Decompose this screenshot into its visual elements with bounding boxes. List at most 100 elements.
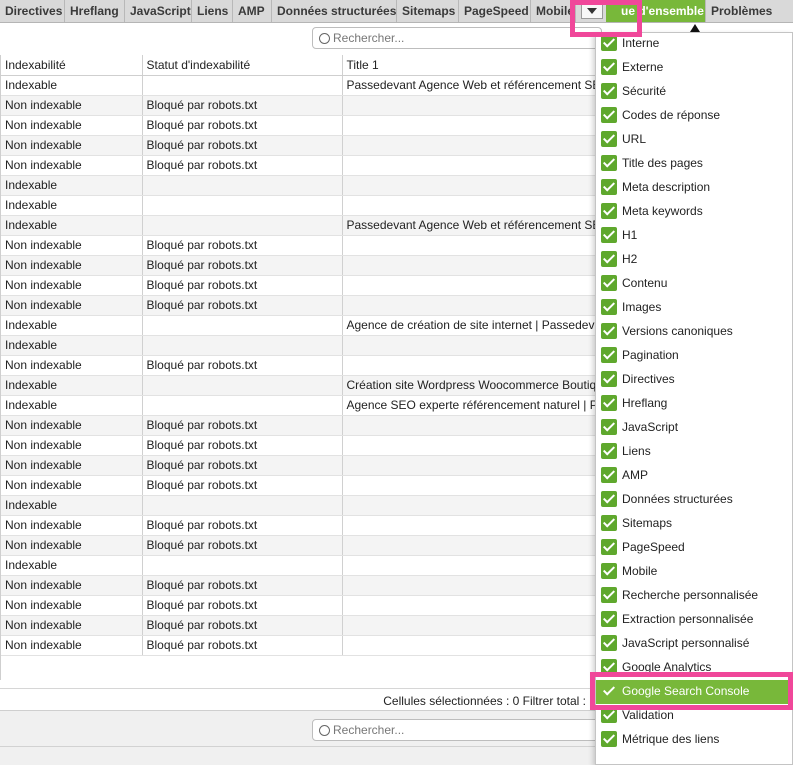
table-row[interactable]: Indexable [1, 555, 600, 576]
checkbox-checked-icon[interactable] [601, 683, 617, 699]
cell-indexability[interactable]: Non indexable [1, 155, 143, 176]
table-row[interactable]: Non indexable Bloqué par robots.txt [1, 615, 600, 636]
cell-title-1[interactable] [342, 555, 600, 576]
cell-title-1[interactable] [342, 495, 600, 516]
cell-title-1[interactable] [342, 255, 600, 276]
cell-indexability-status[interactable]: Bloqué par robots.txt [142, 615, 343, 636]
cell-indexability-status[interactable]: Bloqué par robots.txt [142, 455, 343, 476]
cell-title-1[interactable]: Passedevant Agence Web et référencement … [342, 215, 600, 236]
menu-item-donn-es-structur-es[interactable]: Données structurées [596, 488, 792, 512]
table-row[interactable]: Non indexable Bloqué par robots.txt [1, 435, 600, 456]
cell-title-1[interactable] [342, 435, 600, 456]
cell-title-1[interactable] [342, 455, 600, 476]
table-row[interactable]: Non indexable Bloqué par robots.txt [1, 255, 600, 276]
menu-item-google-analytics[interactable]: Google Analytics [596, 656, 792, 680]
cell-indexability[interactable]: Non indexable [1, 275, 143, 296]
cell-title-1[interactable]: Agence de création de site internet | Pa… [342, 315, 600, 336]
cell-indexability[interactable]: Indexable [1, 375, 143, 396]
tab-hreflang[interactable]: Hreflang [65, 0, 125, 22]
menu-item-google-search-console[interactable]: Google Search Console [596, 680, 792, 704]
menu-item-validation[interactable]: Validation [596, 704, 792, 728]
menu-item-javascript-personnalis-[interactable]: JavaScript personnalisé [596, 632, 792, 656]
cell-title-1[interactable] [342, 195, 600, 216]
cell-indexability-status[interactable]: Bloqué par robots.txt [142, 295, 343, 316]
cell-indexability[interactable]: Non indexable [1, 535, 143, 556]
cell-indexability[interactable]: Non indexable [1, 415, 143, 436]
cell-title-1[interactable] [342, 115, 600, 136]
cell-indexability-status[interactable]: Bloqué par robots.txt [142, 635, 343, 656]
cell-indexability-status[interactable] [142, 555, 343, 576]
cell-indexability[interactable]: Non indexable [1, 115, 143, 136]
cell-indexability-status[interactable]: Bloqué par robots.txt [142, 435, 343, 456]
table-row[interactable]: Indexable Agence de création de site inte… [1, 315, 600, 336]
tab-liens[interactable]: Liens [192, 0, 233, 22]
cell-indexability-status[interactable]: Bloqué par robots.txt [142, 575, 343, 596]
cell-title-1[interactable] [342, 155, 600, 176]
table-row[interactable]: Non indexable Bloqué par robots.txt [1, 235, 600, 256]
tab-pagespeed[interactable]: PageSpeed [459, 0, 531, 22]
tab-sitemaps[interactable]: Sitemaps [397, 0, 459, 22]
tab-overview[interactable]: ue d'ensemble [606, 0, 706, 22]
checkbox-checked-icon[interactable] [601, 395, 617, 411]
column-header-indexability-status[interactable]: Statut d'indexabilité [142, 55, 343, 76]
cell-title-1[interactable] [342, 355, 600, 376]
cell-indexability[interactable]: Indexable [1, 315, 143, 336]
cell-title-1[interactable] [342, 95, 600, 116]
cell-indexability[interactable]: Non indexable [1, 515, 143, 536]
cell-indexability[interactable]: Non indexable [1, 635, 143, 656]
menu-item-amp[interactable]: AMP [596, 464, 792, 488]
menu-item-pagination[interactable]: Pagination [596, 344, 792, 368]
column-header-title-1[interactable]: Title 1 [342, 55, 600, 76]
cell-indexability-status[interactable]: Bloqué par robots.txt [142, 355, 343, 376]
checkbox-checked-icon[interactable] [601, 419, 617, 435]
checkbox-checked-icon[interactable] [601, 491, 617, 507]
cell-indexability[interactable]: Indexable [1, 75, 143, 96]
tab-javascript[interactable]: JavaScript [125, 0, 192, 22]
cell-indexability[interactable]: Non indexable [1, 295, 143, 316]
menu-item-h2[interactable]: H2 [596, 248, 792, 272]
cell-indexability[interactable]: Non indexable [1, 355, 143, 376]
table-row[interactable]: Non indexable Bloqué par robots.txt [1, 135, 600, 156]
cell-indexability[interactable]: Non indexable [1, 475, 143, 496]
table-row[interactable]: Non indexable Bloqué par robots.txt [1, 475, 600, 496]
checkbox-checked-icon[interactable] [601, 635, 617, 651]
menu-item-images[interactable]: Images [596, 296, 792, 320]
table-row[interactable]: Non indexable Bloqué par robots.txt [1, 275, 600, 296]
cell-indexability[interactable]: Non indexable [1, 435, 143, 456]
cell-title-1[interactable] [342, 135, 600, 156]
table-row[interactable]: Indexable Création site Wordpress Woocomm… [1, 375, 600, 396]
cell-title-1[interactable] [342, 535, 600, 556]
menu-item-pagespeed[interactable]: PageSpeed [596, 536, 792, 560]
checkbox-checked-icon[interactable] [601, 347, 617, 363]
table-row[interactable]: Non indexable Bloqué par robots.txt [1, 515, 600, 536]
cell-indexability[interactable]: Non indexable [1, 95, 143, 116]
cell-indexability[interactable]: Indexable [1, 195, 143, 216]
cell-indexability-status[interactable]: Bloqué par robots.txt [142, 115, 343, 136]
cell-title-1[interactable]: Passedevant Agence Web et référencement … [342, 75, 600, 96]
cell-indexability-status[interactable] [142, 195, 343, 216]
table-row[interactable]: Indexable [1, 195, 600, 216]
menu-item-interne[interactable]: Interne [596, 32, 792, 56]
cell-indexability-status[interactable] [142, 215, 343, 236]
cell-title-1[interactable] [342, 635, 600, 656]
cell-title-1[interactable] [342, 295, 600, 316]
menu-item-codes-de-r-ponse[interactable]: Codes de réponse [596, 104, 792, 128]
cell-title-1[interactable] [342, 575, 600, 596]
cell-indexability[interactable]: Non indexable [1, 255, 143, 276]
cell-indexability[interactable]: Non indexable [1, 235, 143, 256]
cell-indexability-status[interactable] [142, 335, 343, 356]
cell-indexability-status[interactable]: Bloqué par robots.txt [142, 255, 343, 276]
tab-mobile[interactable]: Mobile [531, 0, 576, 22]
menu-item-externe[interactable]: Externe [596, 56, 792, 80]
checkbox-checked-icon[interactable] [601, 371, 617, 387]
table-row[interactable]: Non indexable Bloqué par robots.txt [1, 595, 600, 616]
cell-indexability-status[interactable] [142, 395, 343, 416]
checkbox-checked-icon[interactable] [601, 227, 617, 243]
menu-item-liens[interactable]: Liens [596, 440, 792, 464]
cell-title-1[interactable] [342, 515, 600, 536]
menu-item-hreflang[interactable]: Hreflang [596, 392, 792, 416]
checkbox-checked-icon[interactable] [601, 179, 617, 195]
checkbox-checked-icon[interactable] [601, 323, 617, 339]
cell-indexability-status[interactable]: Bloqué par robots.txt [142, 95, 343, 116]
checkbox-checked-icon[interactable] [601, 107, 617, 123]
